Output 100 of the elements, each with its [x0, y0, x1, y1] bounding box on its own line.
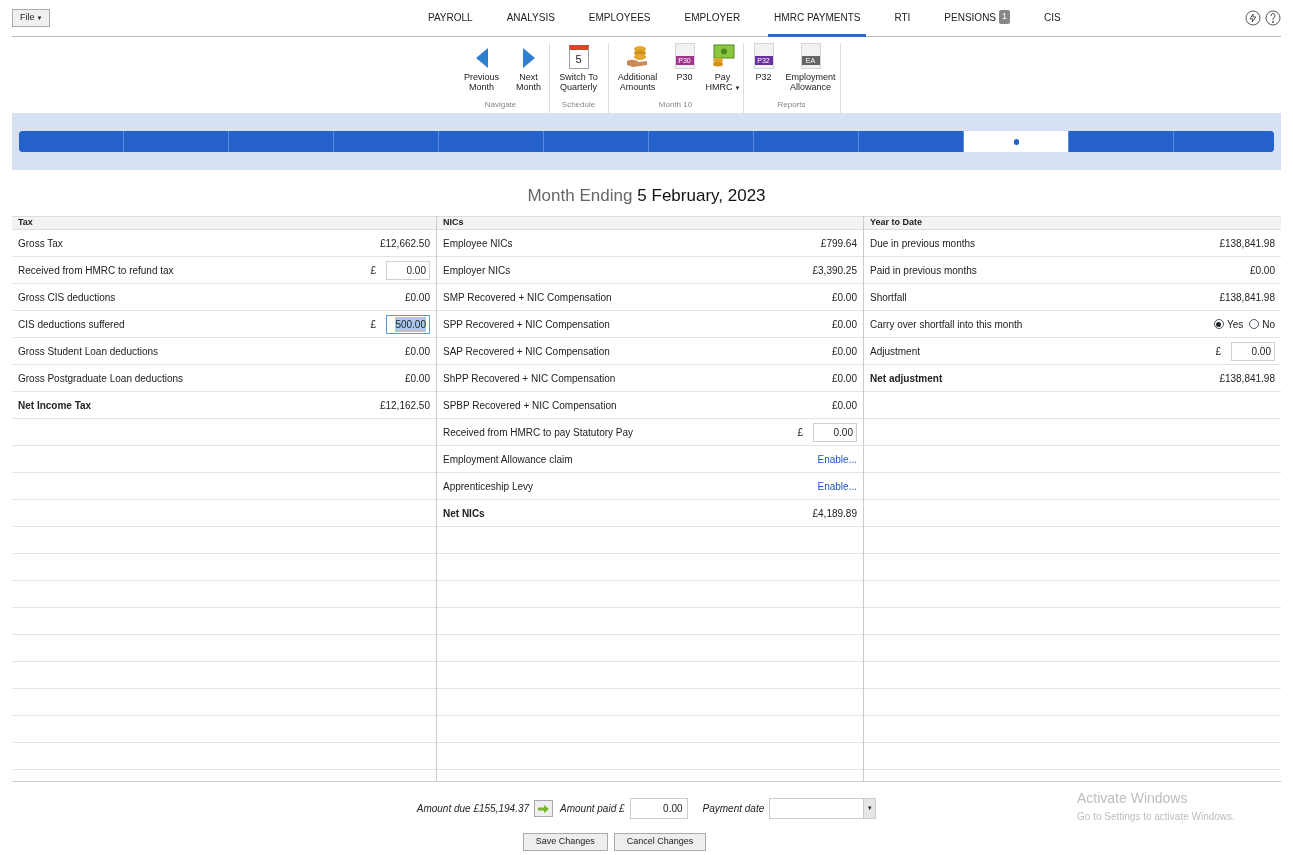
- amount: £799.64: [820, 236, 857, 251]
- payment-date-label: Payment date: [702, 802, 765, 816]
- month-segment[interactable]: [334, 131, 438, 152]
- group-label: Schedule: [561, 99, 596, 111]
- nav-tab[interactable]: PENSIONS 1: [938, 0, 1017, 37]
- amount-input[interactable]: 0.00: [813, 422, 857, 442]
- activation-text: Go to Settings to activate Windows.: [1077, 810, 1235, 824]
- nav-tab[interactable]: EMPLOYEES: [582, 0, 657, 37]
- row-label: Adjustment: [870, 344, 921, 359]
- month-segment[interactable]: [229, 131, 333, 152]
- amount: £0.00: [404, 344, 430, 359]
- radio-option[interactable]: No: [1249, 316, 1275, 332]
- row-label: Received from HMRC to refund tax: [18, 263, 174, 278]
- row-label: Apprenticeship Levy: [443, 479, 534, 494]
- month-segment[interactable]: [1174, 131, 1274, 152]
- row-label: Gross Tax: [18, 236, 63, 251]
- row-label: SAP Recovered + NIC Compensation: [443, 344, 610, 359]
- row-label: Carry over shortfall into this month: [870, 317, 1023, 332]
- currency-symbol: £: [1215, 344, 1221, 359]
- activation-title: Activate Windows: [1077, 789, 1189, 808]
- heading-date: 5 February, 2023: [637, 185, 766, 208]
- amount: £0.00: [404, 290, 430, 305]
- month-segment[interactable]: [1069, 131, 1173, 152]
- group-label: Reports: [777, 99, 806, 111]
- amount-paid-input[interactable]: 0.00: [629, 798, 688, 819]
- month-segment[interactable]: [649, 131, 753, 152]
- amount-input[interactable]: 500.00: [386, 314, 430, 334]
- panel-heading: Year to Date: [870, 216, 923, 230]
- toolbar-button[interactable]: Next Month: [511, 43, 546, 92]
- group-label: Navigate: [484, 99, 517, 111]
- month-segment[interactable]: [439, 131, 543, 152]
- panel-heading: Tax: [18, 216, 33, 230]
- amount-paid-label: Amount paid £: [560, 802, 625, 816]
- panel-heading: NICs: [443, 216, 464, 230]
- amount: £0.00: [831, 290, 857, 305]
- month-segment[interactable]: [859, 131, 963, 152]
- row-label: Shortfall: [870, 290, 907, 305]
- count-badge: 1: [999, 10, 1011, 24]
- amount-input[interactable]: 0.00: [386, 260, 430, 280]
- nav-tab[interactable]: CIS: [1038, 0, 1067, 37]
- right-arrow-icon: [538, 804, 550, 813]
- month-segment[interactable]: [124, 131, 228, 152]
- row-label: SPBP Recovered + NIC Compensation: [443, 398, 617, 413]
- amount: £12,662.50: [379, 236, 430, 251]
- amount: £3,390.25: [812, 263, 857, 278]
- row-label: Net Income Tax: [18, 398, 92, 413]
- currency-symbol: £: [370, 317, 376, 332]
- calendar-icon: 5: [568, 45, 589, 69]
- toolbar-button[interactable]: Previous Month: [455, 43, 508, 92]
- enable-link[interactable]: Enable...: [817, 451, 857, 467]
- toolbar-button[interactable]: Additional Amounts: [611, 43, 664, 92]
- total-amount: £12,162.50: [379, 398, 430, 413]
- amount: £138,841.98: [1219, 236, 1275, 251]
- currency-symbol: £: [797, 425, 803, 440]
- amount: £0.00: [831, 371, 857, 386]
- month-segment[interactable]: [19, 131, 123, 152]
- copy-amount-button[interactable]: [534, 800, 554, 817]
- nav-tab[interactable]: RTI: [888, 0, 917, 37]
- row-label: Gross Postgraduate Loan deductions: [18, 371, 184, 386]
- amount: £0.00: [831, 317, 857, 332]
- toolbar-button[interactable]: 5 Switch To Quarterly: [552, 43, 605, 92]
- footer-button[interactable]: Cancel Changes: [613, 833, 707, 851]
- radio-option[interactable]: Yes: [1213, 316, 1244, 332]
- total-amount: £4,189.89: [812, 506, 857, 521]
- nav-tab[interactable]: PAYROLL: [422, 0, 479, 37]
- radio-icon[interactable]: [1249, 319, 1260, 329]
- nav-tab[interactable]: HMRC PAYMENTS: [768, 0, 867, 37]
- row-label: Net NICs: [443, 506, 485, 521]
- currency-symbol: £: [370, 263, 376, 278]
- left-arrow-icon: [474, 47, 489, 69]
- row-label: Employer NICs: [443, 263, 511, 278]
- amount: £0.00: [831, 344, 857, 359]
- row-label: SPP Recovered + NIC Compensation: [443, 317, 610, 332]
- row-label: Net adjustment: [870, 371, 943, 386]
- row-label: Gross CIS deductions: [18, 290, 116, 305]
- amount: £0.00: [1249, 263, 1275, 278]
- footer-button[interactable]: Save Changes: [522, 833, 608, 851]
- row-label: Gross Student Loan deductions: [18, 344, 159, 359]
- row-label: CIS deductions suffered: [18, 317, 125, 332]
- enable-link[interactable]: Enable...: [817, 478, 857, 494]
- row-label: Due in previous months: [870, 236, 976, 251]
- month-segment[interactable]: [754, 131, 858, 152]
- row-label: Received from HMRC to pay Statutory Pay: [443, 425, 634, 440]
- nav-tab[interactable]: ANALYSIS: [500, 0, 561, 37]
- amount: £0.00: [831, 398, 857, 413]
- row-label: Employee NICs: [443, 236, 513, 251]
- heading-prefix: Month Ending: [527, 185, 633, 208]
- month-segment[interactable]: [964, 131, 1068, 152]
- amount-input[interactable]: 0.00: [1231, 341, 1275, 361]
- row-label: SMP Recovered + NIC Compensation: [443, 290, 612, 305]
- amount-due: Amount due £155,194.37: [416, 802, 530, 816]
- amount: £138,841.98: [1219, 290, 1275, 305]
- radio-icon[interactable]: [1213, 319, 1224, 329]
- row-label: ShPP Recovered + NIC Compensation: [443, 371, 616, 386]
- help-icon[interactable]: [1265, 10, 1281, 26]
- month-segment[interactable]: [544, 131, 648, 152]
- nav-tab[interactable]: EMPLOYER: [678, 0, 747, 37]
- row-label: Employment Allowance claim: [443, 452, 573, 467]
- amount: £0.00: [404, 371, 430, 386]
- row-label: Paid in previous months: [870, 263, 977, 278]
